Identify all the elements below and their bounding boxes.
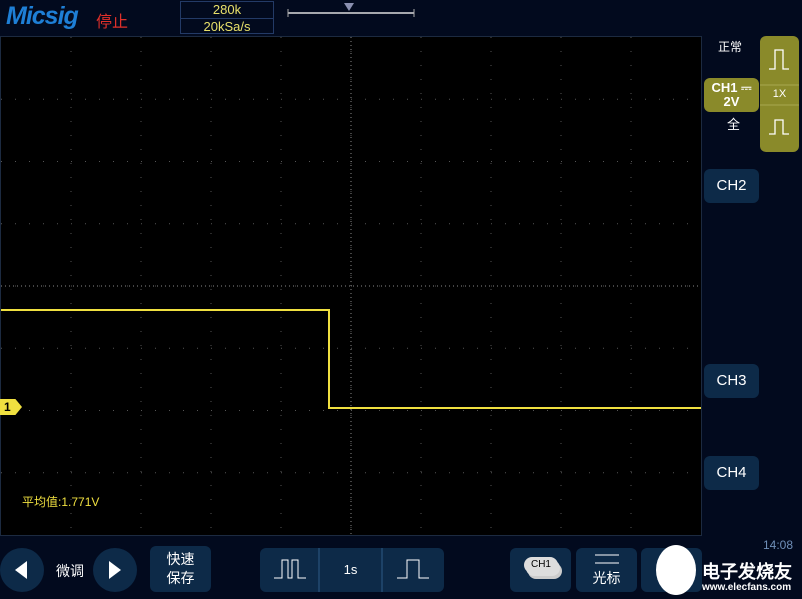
fine-tune-label: 微调 <box>56 563 84 579</box>
watermark-text: 电子发烧友 <box>702 562 792 582</box>
fine-tune-left-button[interactable] <box>0 548 44 592</box>
trigger-edge-panel[interactable]: 1X <box>760 36 799 152</box>
ch4-button[interactable]: CH4 <box>704 456 759 490</box>
quick-save-button[interactable]: 快速 保存 <box>150 546 211 592</box>
falling-edge-icon <box>769 119 789 135</box>
clock: 14:08 <box>763 538 794 552</box>
quick-save-label: 快速 <box>166 551 195 567</box>
bandwidth-limit[interactable]: 全 <box>727 114 740 133</box>
trigger-position-marker <box>344 3 354 11</box>
timebase-value: 1s <box>343 562 358 577</box>
waveform-display[interactable] <box>0 36 702 536</box>
acquisition-info[interactable]: 280k 20kSa/s <box>180 1 274 34</box>
memory-depth: 280k <box>181 2 273 19</box>
sample-rate: 20kSa/s <box>203 19 251 34</box>
trigger-position-slider[interactable] <box>286 2 416 18</box>
elecfans-logo-icon <box>656 545 696 595</box>
timebase-decrease-icon <box>274 559 306 579</box>
fine-tune-right-button[interactable] <box>93 548 137 592</box>
quick-save-label-2: 保存 <box>166 570 195 586</box>
mean-measurement: 平均值:1.771V <box>22 495 100 509</box>
left-arrow-icon <box>15 561 27 579</box>
ch1-scale: 2V <box>723 94 740 109</box>
cursor-label: 光标 <box>592 570 621 586</box>
ch1-button[interactable]: CH1 ⎓ 2V <box>704 78 759 112</box>
probe-ratio: 1X <box>772 88 787 100</box>
ch1-label: CH1 <box>711 80 738 95</box>
right-arrow-icon <box>109 561 121 579</box>
dc-coupling-icon: ⎓ <box>741 80 752 95</box>
run-status[interactable]: 停止 <box>96 8 128 32</box>
ch3-button[interactable]: CH3 <box>704 364 759 398</box>
ch2-button[interactable]: CH2 <box>704 169 759 203</box>
graticule <box>1 37 701 535</box>
cursor-button[interactable]: 光标 <box>576 548 637 592</box>
ch1-stack-icon: CH1 <box>524 557 558 573</box>
channel-select-button[interactable]: CH1 <box>510 548 571 592</box>
timebase-increase-icon <box>397 559 429 579</box>
timebase-control[interactable]: 1s <box>260 548 444 592</box>
rising-edge-icon <box>769 49 789 70</box>
cursor-lines-icon <box>595 554 619 564</box>
micsig-logo: Micsig <box>6 2 79 30</box>
watermark-url: www.elecfans.com <box>702 582 792 593</box>
trigger-mode[interactable]: 正常 <box>718 38 742 55</box>
